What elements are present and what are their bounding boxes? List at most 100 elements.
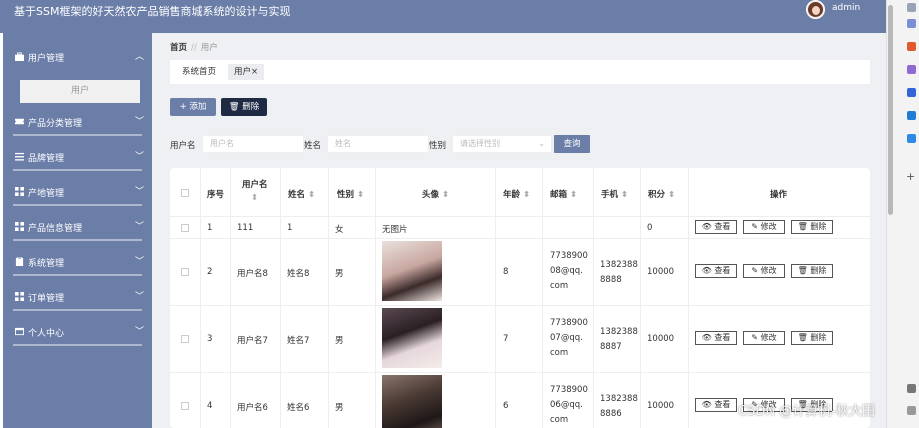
cell-gender: 男 [335,269,344,279]
cell-email: 7738900 06@qq. com [550,385,588,425]
sidebar-item-profile[interactable]: 个人中心 ﹀ [3,318,152,346]
cell-gender: 男 [335,403,344,413]
main-content: 首页//用户 系统首页 用户× + 添加 🗑 删除 用户名 用户名 姓名 姓名 … [152,33,886,428]
breadcrumb-home[interactable]: 首页 [170,43,187,53]
row-checkbox[interactable] [181,224,189,232]
toolbox-icon[interactable] [907,42,916,51]
edit-icon: ✎ [751,266,759,275]
tab-user[interactable]: 用户× [228,64,265,80]
page-scrollbar[interactable] [888,5,893,215]
cell-age: 6 [503,401,509,411]
tab-home[interactable]: 系统首页 [176,64,222,80]
header-email[interactable]: 邮箱 ⬍ [550,188,577,200]
cell-phone: 1382388 8887 [600,327,638,352]
grid-icon [15,187,24,196]
cell-points: 10000 [647,401,675,411]
trash-icon: 🗑 [797,222,808,231]
cell-index: 4 [207,401,213,411]
name-search-input[interactable]: 姓名 [327,135,429,153]
username-label[interactable]: admin [832,3,860,13]
outlook-icon[interactable] [907,111,916,120]
row-delete-button[interactable]: 🗑 删除 [791,264,833,278]
sort-icon: ⬍ [356,190,365,200]
sidebar-item-product-management[interactable]: 产品信息管理 ﹀ [3,213,152,241]
sidebar-item-label: 产品分类管理 [28,119,83,129]
delete-button[interactable]: 🗑 删除 [221,98,267,116]
sidebar-item-category-management[interactable]: 产品分类管理 ﹀ [3,108,152,136]
sidebar-item-system-management[interactable]: 系统管理 ﹀ [3,248,152,276]
row-delete-button[interactable]: 🗑 删除 [791,220,833,234]
cell-username: 用户名8 [237,269,268,279]
eye-icon: 👁 [701,333,712,342]
cell-gender: 男 [335,336,344,346]
sidebar-item-brand-management[interactable]: 品牌管理 ﹀ [3,143,152,171]
send-icon[interactable] [907,134,916,143]
edit-button[interactable]: ✎ 修改 [743,220,785,234]
header-gender[interactable]: 性别 ⬍ [337,188,364,200]
chevron-down-icon: ﹀ [135,327,145,337]
header-name[interactable]: 姓名 ⬍ [288,188,315,200]
header-points[interactable]: 积分 ⬍ [648,188,675,200]
cell-points: 0 [647,223,653,233]
cell-email: 7738900 08@qq. com [550,251,588,291]
header-avatar[interactable]: 头像 ⬍ [422,188,449,200]
header-username[interactable]: 用户名 [242,178,268,190]
sidebar-item-user-management[interactable]: 用户管理 ︿ [3,43,152,71]
user-avatar[interactable] [806,0,825,19]
sort-icon[interactable]: ⬍ [251,193,258,203]
tab-bar: 系统首页 用户× [170,60,870,84]
settings-icon[interactable] [907,406,916,415]
cell-phone: 1382388 8888 [600,260,638,285]
edit-button[interactable]: ✎ 修改 [743,264,785,278]
eye-icon: 👁 [701,400,712,409]
cell-name: 1 [287,223,293,233]
sliders-icon [15,152,24,161]
username-search-label: 用户名 [170,141,196,151]
search-icon[interactable] [907,3,916,12]
cell-gender: 女 [335,225,344,235]
add-icon[interactable]: + [906,170,915,183]
delete-label: 删除 [242,102,260,112]
sidebar-item-order-management[interactable]: 订单管理 ﹀ [3,283,152,311]
cell-index: 1 [207,223,213,233]
view-button[interactable]: 👁 查看 [695,398,737,412]
row-checkbox[interactable] [181,268,189,276]
screen-icon[interactable] [907,384,916,393]
row-checkbox[interactable] [181,402,189,410]
header-age[interactable]: 年龄 ⬍ [503,188,530,200]
header-phone[interactable]: 手机 ⬍ [601,188,628,200]
search-button[interactable]: 查询 [554,135,590,153]
row-checkbox[interactable] [181,335,189,343]
cell-email: 7738900 07@qq. com [550,318,588,358]
ticket-icon [15,118,24,125]
sidebar-subitem-user[interactable]: 用户 [20,80,140,103]
view-button[interactable]: 👁 查看 [695,264,737,278]
row-delete-button[interactable]: 🗑 删除 [791,331,833,345]
sidebar-item-label: 产品信息管理 [28,224,83,234]
chevron-down-icon: ﹀ [135,292,145,302]
sort-icon: ⬍ [569,190,578,200]
close-icon[interactable]: × [251,67,258,77]
sidebar-item-label: 用户管理 [28,54,65,64]
sidebar-item-label: 订单管理 [28,294,65,304]
view-button[interactable]: 👁 查看 [695,331,737,345]
person-icon[interactable] [907,65,916,74]
add-button[interactable]: + 添加 [170,98,216,116]
copilot-icon[interactable] [907,88,916,97]
watermark: CSDN @计算机-秋大田 [738,404,875,419]
sort-icon: ⬍ [667,190,676,200]
cell-username: 用户名6 [237,403,268,413]
tag-icon[interactable] [907,19,916,28]
gender-select-placeholder: 请选择性别 [460,139,500,148]
gender-select[interactable]: 请选择性别 ⌄ [452,135,552,153]
edit-button[interactable]: ✎ 修改 [743,331,785,345]
edit-icon: ✎ [751,222,759,231]
sort-icon: ⬍ [441,190,450,200]
username-search-input[interactable]: 用户名 [202,135,304,153]
select-all-checkbox[interactable] [181,189,189,197]
cell-points: 10000 [647,267,675,277]
view-button[interactable]: 👁 查看 [695,220,737,234]
sidebar-item-origin-management[interactable]: 产地管理 ﹀ [3,178,152,206]
cell-age: 8 [503,267,509,277]
grid-icon [15,292,24,301]
